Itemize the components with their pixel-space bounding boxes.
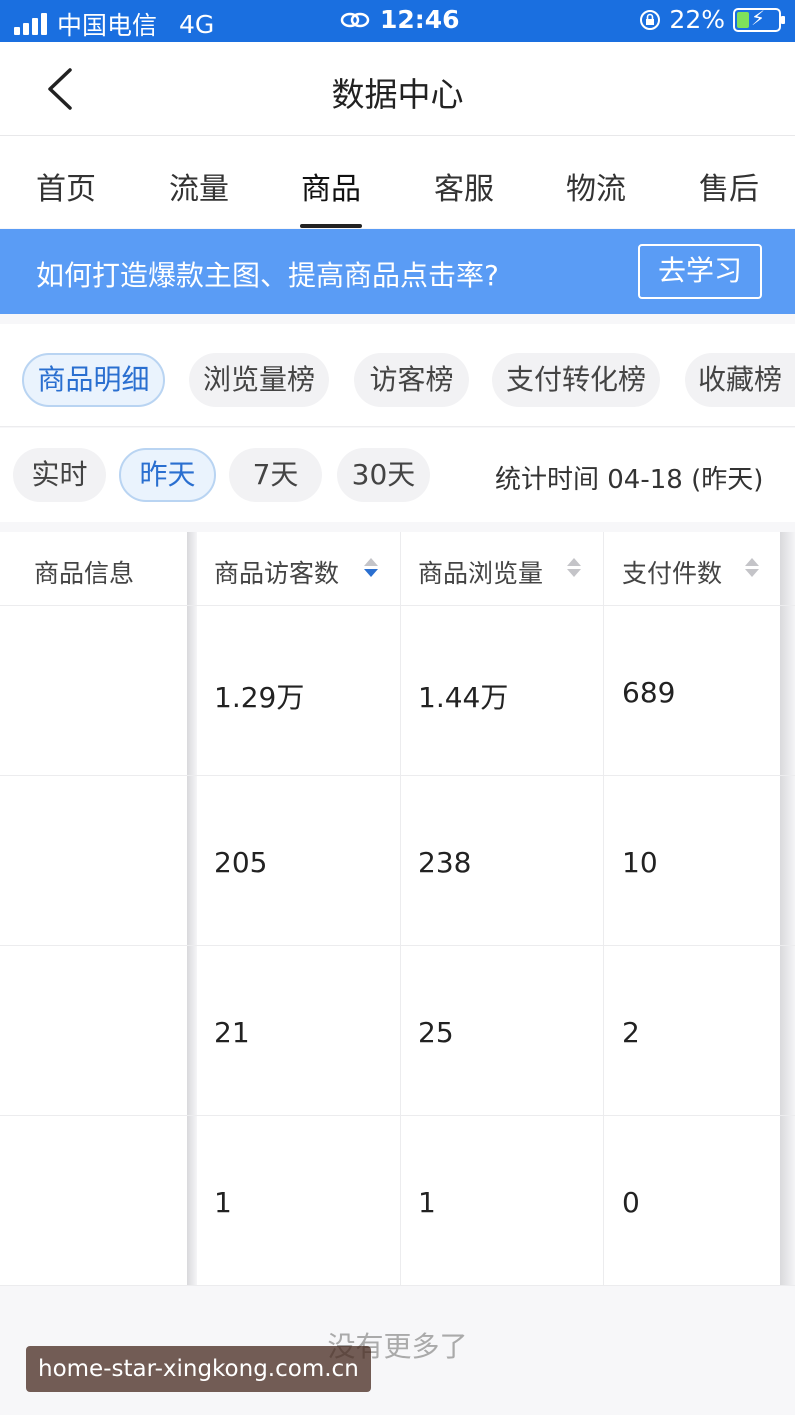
tab-traffic[interactable]: 流量 bbox=[139, 164, 259, 208]
watermark: home-star-xingkong.com.cn bbox=[26, 1346, 371, 1392]
stat-time: 统计时间 04-18 (昨天) bbox=[495, 465, 764, 495]
battery-percent: 22% bbox=[669, 5, 725, 34]
paid-items-cell: 0 bbox=[622, 1186, 640, 1219]
pageviews-cell: 238 bbox=[418, 846, 472, 879]
sort-icon[interactable] bbox=[745, 556, 759, 580]
paid-items-cell: 2 bbox=[622, 1016, 640, 1049]
chip-goods-detail[interactable]: 商品明细 bbox=[22, 353, 165, 407]
clock: 12:46 bbox=[380, 5, 460, 34]
rank-filter: 商品明细 浏览量榜 访客榜 支付转化榜 收藏榜 bbox=[0, 324, 795, 427]
category-tabs: 首页 流量 商品 客服 物流 售后 bbox=[0, 136, 795, 228]
paid-items-cell: 689 bbox=[622, 676, 676, 709]
pageviews-cell: 1.44万 bbox=[418, 681, 509, 714]
paid-items-cell: 10 bbox=[622, 846, 658, 879]
visitors-cell: 1.29万 bbox=[214, 681, 305, 714]
tab-logistics[interactable]: 物流 bbox=[536, 164, 656, 208]
page-title: 数据中心 bbox=[331, 75, 464, 114]
promo-banner[interactable]: 如何打造爆款主图、提高商品点击率? 去学习 bbox=[0, 229, 795, 314]
table-row[interactable]: 205 238 10 bbox=[0, 776, 795, 946]
network-label: 4G bbox=[179, 9, 215, 39]
battery-icon: ⚡ bbox=[733, 6, 785, 32]
learn-button[interactable]: 去学习 bbox=[638, 244, 762, 299]
chip-pageview-rank[interactable]: 浏览量榜 bbox=[189, 353, 329, 407]
sort-icon[interactable] bbox=[567, 556, 581, 580]
goods-table: 商品信息 商品访客数 商品浏览量 支付件数 1.29万 1.44万 689 20… bbox=[0, 532, 795, 1286]
sort-desc-icon[interactable] bbox=[364, 556, 378, 580]
active-tab-indicator bbox=[300, 224, 362, 228]
carrier-label: 中国电信 bbox=[57, 11, 158, 40]
chip-realtime[interactable]: 实时 bbox=[13, 448, 106, 502]
chip-30days[interactable]: 30天 bbox=[337, 448, 430, 502]
visitors-cell: 205 bbox=[214, 846, 268, 879]
tab-goods[interactable]: 商品 bbox=[271, 164, 391, 208]
header-goods-info: 商品信息 bbox=[34, 559, 135, 588]
visitors-cell: 1 bbox=[214, 1186, 232, 1219]
table-row[interactable]: 21 25 2 bbox=[0, 946, 795, 1116]
header-paid-items[interactable]: 支付件数 bbox=[622, 554, 722, 590]
status-bar: 中国电信 4G 12:46 22% ⚡ bbox=[0, 0, 795, 42]
chip-yesterday[interactable]: 昨天 bbox=[119, 448, 216, 502]
chip-visitor-rank[interactable]: 访客榜 bbox=[354, 353, 469, 407]
chip-7days[interactable]: 7天 bbox=[229, 448, 322, 502]
banner-text: 如何打造爆款主图、提高商品点击率? bbox=[36, 259, 499, 292]
header-visitors[interactable]: 商品访客数 bbox=[214, 554, 339, 590]
tab-service[interactable]: 客服 bbox=[404, 164, 524, 208]
tab-aftersale[interactable]: 售后 bbox=[669, 164, 789, 208]
nav-bar: 数据中心 bbox=[0, 42, 795, 136]
period-filter: 实时 昨天 7天 30天 统计时间 04-18 (昨天) bbox=[0, 428, 795, 522]
visitors-cell: 21 bbox=[214, 1016, 250, 1049]
tab-home[interactable]: 首页 bbox=[6, 164, 126, 208]
pageviews-cell: 1 bbox=[418, 1186, 436, 1219]
table-row[interactable]: 1.29万 1.44万 689 bbox=[0, 606, 795, 776]
header-pageviews[interactable]: 商品浏览量 bbox=[418, 554, 543, 590]
link-icon bbox=[340, 12, 370, 27]
chip-favorite-rank[interactable]: 收藏榜 bbox=[685, 353, 795, 407]
table-row[interactable]: 1 1 0 bbox=[0, 1116, 795, 1286]
chip-conversion-rank[interactable]: 支付转化榜 bbox=[492, 353, 660, 407]
pageviews-cell: 25 bbox=[418, 1016, 454, 1049]
rotation-lock-icon bbox=[640, 9, 661, 30]
table-header: 商品信息 商品访客数 商品浏览量 支付件数 bbox=[0, 532, 795, 606]
signal-icon bbox=[14, 13, 47, 35]
